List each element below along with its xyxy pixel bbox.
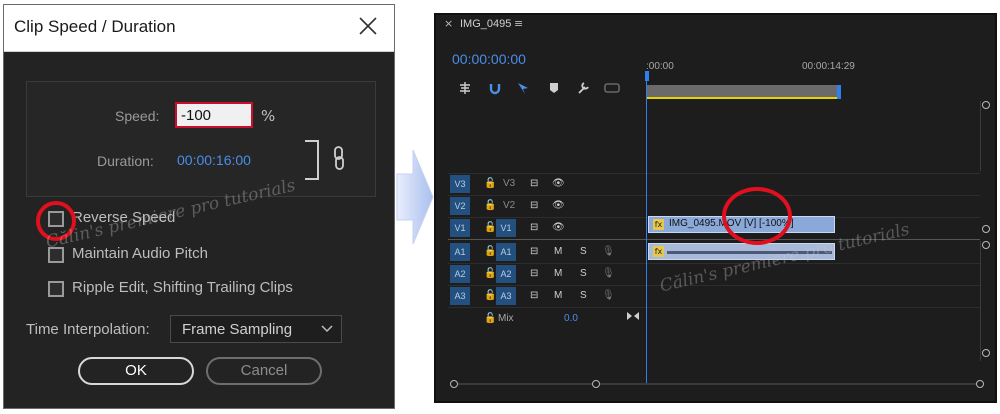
video-scrollbar[interactable] (980, 101, 990, 233)
track-a3: A3 🔓 A3 ⊟ M S 🎙 (448, 286, 980, 306)
mute-button[interactable]: M (554, 243, 562, 261)
fx-badge-icon: fx (653, 246, 664, 257)
go-to-in-out-icon[interactable] (626, 311, 640, 321)
speed-input[interactable]: -100 (175, 102, 253, 128)
time-interpolation-label: Time Interpolation: (26, 321, 150, 338)
track-target-v1[interactable]: V1 (496, 219, 516, 237)
speed-unit: % (261, 107, 276, 125)
lock-icon[interactable]: 🔓 (484, 265, 496, 283)
eye-icon[interactable]: 👁 (552, 175, 565, 193)
scroll-handle[interactable] (982, 241, 990, 249)
snap-magnet-icon[interactable] (488, 81, 502, 95)
track-target-v2[interactable]: V2 (503, 197, 515, 215)
scroll-handle-left[interactable] (450, 380, 458, 388)
mix-value[interactable]: 0.0 (564, 313, 578, 324)
solo-button[interactable]: S (580, 243, 587, 261)
right-arrow-icon (396, 149, 434, 245)
eye-icon[interactable]: 👁 (552, 219, 565, 237)
sync-lock-icon[interactable]: ⊟ (530, 265, 538, 283)
render-bar (646, 97, 840, 99)
mix-lock-icon[interactable]: 🔓 (484, 310, 496, 328)
sync-lock-icon[interactable]: ⊟ (530, 243, 538, 261)
microphone-icon[interactable]: 🎙 (602, 287, 615, 305)
track-divider (448, 307, 980, 308)
track-v3: V3 🔓 V3 ⊟ 👁 (448, 174, 980, 194)
timeline-panel: × IMG_0495 ≡ 00:00:00:00 :00:00 00:00:14… (434, 13, 997, 403)
captions-icon[interactable] (604, 81, 620, 95)
mute-button[interactable]: M (554, 287, 562, 305)
source-patch-a1[interactable]: A1 (450, 243, 470, 261)
lock-icon[interactable]: 🔓 (484, 287, 496, 305)
dialog-title-bar: Clip Speed / Duration (4, 5, 394, 52)
duration-value[interactable]: 00:00:16:00 (177, 152, 251, 168)
cancel-button[interactable]: Cancel (206, 357, 322, 385)
mute-button[interactable]: M (554, 265, 562, 283)
source-patch-v2[interactable]: V2 (450, 197, 470, 215)
ruler-mark-label: 00:00:14:29 (802, 61, 855, 72)
close-icon[interactable] (356, 14, 380, 38)
sequence-end-marker (837, 85, 841, 99)
speed-label: Speed: (115, 108, 160, 124)
time-interpolation-select[interactable]: Frame Sampling (170, 315, 342, 343)
highlight-circle (722, 187, 792, 245)
track-target-v3[interactable]: V3 (503, 175, 515, 193)
audio-scrollbar[interactable] (980, 241, 990, 361)
chevron-down-icon (321, 325, 333, 333)
track-target-a3[interactable]: A3 (496, 287, 516, 305)
horizontal-scrollbar[interactable] (450, 383, 980, 385)
source-patch-a2[interactable]: A2 (450, 265, 470, 283)
lock-icon[interactable]: 🔓 (484, 243, 496, 261)
linked-selection-icon[interactable] (516, 81, 530, 95)
work-area-bar[interactable] (646, 85, 840, 97)
wrench-settings-icon[interactable] (576, 81, 590, 95)
solo-button[interactable]: S (580, 287, 587, 305)
scroll-handle-right[interactable] (592, 380, 600, 388)
scroll-handle[interactable] (982, 101, 990, 109)
timeline-tab-bar: × IMG_0495 ≡ (436, 15, 995, 35)
playhead-line (646, 79, 647, 383)
sequence-tab[interactable]: IMG_0495 (460, 18, 511, 30)
eye-icon[interactable]: 👁 (552, 197, 565, 215)
duration-label: Duration: (97, 153, 154, 169)
ripple-edit-checkbox[interactable] (48, 281, 64, 297)
source-patch-v3[interactable]: V3 (450, 175, 470, 193)
tab-close-icon[interactable]: × (444, 17, 453, 30)
track-target-a1[interactable]: A1 (496, 243, 516, 261)
track-target-a2[interactable]: A2 (496, 265, 516, 283)
sync-lock-icon[interactable]: ⊟ (530, 287, 538, 305)
add-marker-icon[interactable] (548, 81, 560, 95)
link-icon[interactable] (333, 146, 345, 170)
scroll-handle[interactable] (982, 349, 990, 357)
link-bracket (305, 140, 319, 180)
source-patch-v1[interactable]: V1 (450, 219, 470, 237)
time-interpolation-value: Frame Sampling (182, 321, 293, 338)
tab-menu-icon[interactable]: ≡ (514, 17, 523, 30)
playhead-timecode[interactable]: 00:00:00:00 (452, 51, 526, 67)
microphone-icon[interactable]: 🎙 (602, 265, 615, 283)
ripple-edit-label: Ripple Edit, Shifting Trailing Clips (72, 279, 293, 296)
microphone-icon[interactable]: 🎙 (602, 243, 615, 261)
mix-label: Mix (498, 313, 514, 324)
lock-icon[interactable]: 🔓 (484, 197, 496, 215)
ruler-start-label: :00:00 (646, 61, 674, 72)
dialog-title: Clip Speed / Duration (14, 17, 176, 36)
speed-duration-panel: Speed: -100 % Duration: 00:00:16:00 (26, 81, 376, 197)
fx-badge-icon: fx (653, 219, 664, 230)
maintain-audio-pitch-label: Maintain Audio Pitch (72, 245, 208, 262)
track-v2: V2 🔓 V2 ⊟ 👁 (448, 196, 980, 216)
ok-button[interactable]: OK (78, 357, 194, 385)
insert-nest-icon[interactable] (458, 81, 472, 95)
solo-button[interactable]: S (580, 265, 587, 283)
lock-icon[interactable]: 🔓 (484, 175, 496, 193)
sync-lock-icon[interactable]: ⊟ (530, 197, 538, 215)
scroll-handle[interactable] (982, 225, 990, 233)
clip-speed-duration-dialog: Clip Speed / Duration Speed: -100 % Dura… (3, 4, 395, 409)
lock-icon[interactable]: 🔓 (484, 219, 496, 237)
source-patch-a3[interactable]: A3 (450, 287, 470, 305)
sync-lock-icon[interactable]: ⊟ (530, 175, 538, 193)
sync-lock-icon[interactable]: ⊟ (530, 219, 538, 237)
scroll-handle-end[interactable] (976, 380, 984, 388)
